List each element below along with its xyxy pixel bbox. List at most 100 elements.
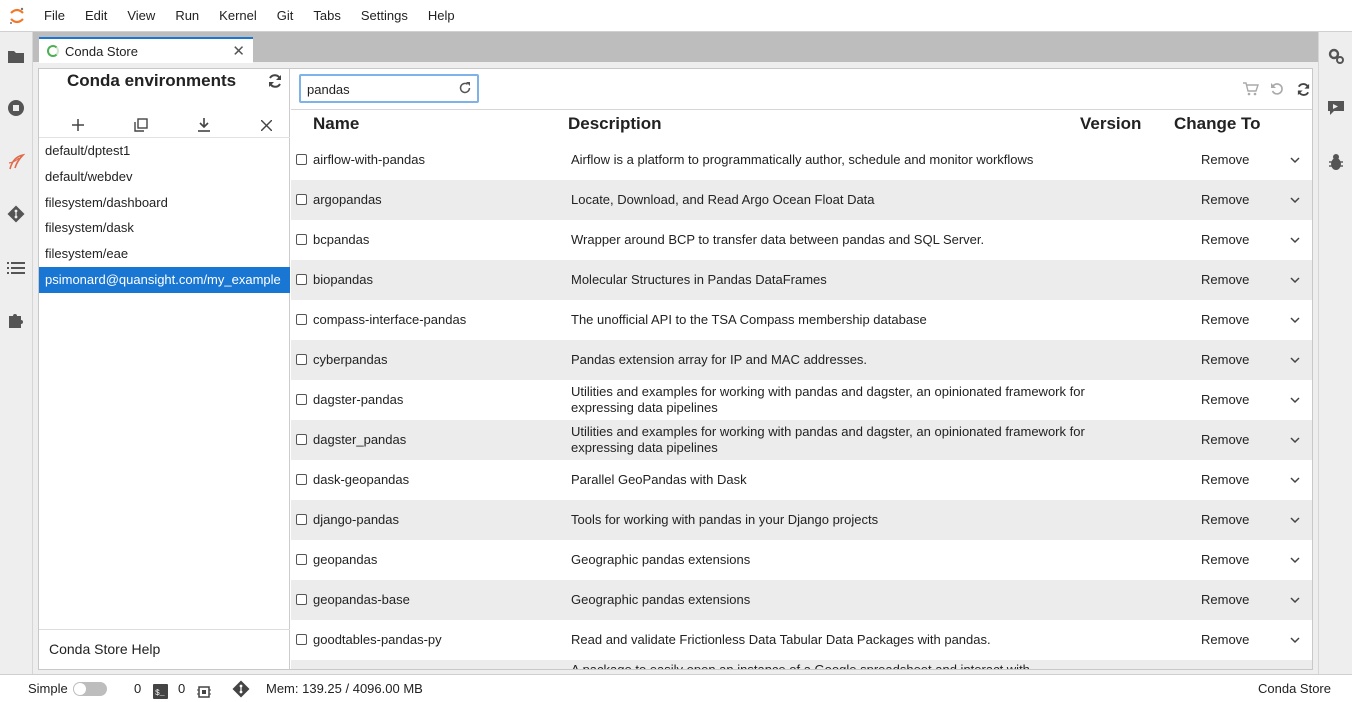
status-conda-store[interactable]: Conda Store xyxy=(1258,675,1331,702)
extension-puzzle-icon[interactable] xyxy=(6,310,26,330)
environment-item[interactable]: filesystem/dask xyxy=(39,215,290,241)
environment-item[interactable]: filesystem/eae xyxy=(39,241,290,267)
refresh-packages-icon[interactable] xyxy=(1293,80,1312,98)
change-to-select[interactable]: Remove xyxy=(1201,380,1249,420)
row-checkbox[interactable] xyxy=(296,194,307,205)
chevron-down-icon[interactable] xyxy=(1289,434,1301,446)
refresh-environments-icon[interactable] xyxy=(267,73,283,89)
search-refresh-icon[interactable] xyxy=(458,81,472,95)
chevron-down-icon[interactable] xyxy=(1289,554,1301,566)
delete-environment-close-icon[interactable] xyxy=(243,113,290,137)
terminals-count[interactable]: 0 xyxy=(134,675,141,702)
package-description: Utilities and examples for working with … xyxy=(571,424,1085,455)
row-checkbox[interactable] xyxy=(296,514,307,525)
package-search-input[interactable] xyxy=(307,80,452,98)
row-checkbox[interactable] xyxy=(296,154,307,165)
chevron-down-icon[interactable] xyxy=(1289,314,1301,326)
change-to-select[interactable]: Remove xyxy=(1201,460,1249,500)
debugger-bug-icon[interactable] xyxy=(1326,152,1346,172)
package-name: compass-interface-pandas xyxy=(313,312,467,327)
row-checkbox[interactable] xyxy=(296,234,307,245)
package-name: dagster_pandas xyxy=(313,432,407,447)
package-name: airflow-with-pandas xyxy=(313,152,425,167)
chevron-down-icon[interactable] xyxy=(1289,474,1301,486)
memory-usage: Mem: 139.25 / 4096.00 MB xyxy=(266,681,423,696)
conda-store-icon[interactable] xyxy=(6,152,26,172)
chevron-down-icon[interactable] xyxy=(1289,354,1301,366)
menu-file[interactable]: File xyxy=(34,0,75,32)
change-to-select[interactable]: Remove xyxy=(1201,140,1249,180)
menu-git[interactable]: Git xyxy=(267,0,304,32)
change-to-select[interactable]: Remove xyxy=(1201,180,1249,220)
package-name: dagster-pandas xyxy=(313,392,404,407)
simple-mode-label: Simple xyxy=(28,681,68,696)
undo-changes-icon[interactable] xyxy=(1267,80,1287,98)
change-to-select[interactable]: Remove xyxy=(1201,580,1249,620)
menu-settings[interactable]: Settings xyxy=(351,0,418,32)
change-to-select[interactable]: Remove xyxy=(1201,620,1249,660)
tab-conda-store[interactable]: Conda Store ✕ xyxy=(39,37,253,63)
menu-tabs[interactable]: Tabs xyxy=(303,0,350,32)
change-to-select[interactable]: Remove xyxy=(1201,300,1249,340)
menu-run[interactable]: Run xyxy=(165,0,209,32)
conda-store-help-link[interactable]: Conda Store Help xyxy=(39,629,290,669)
chevron-down-icon[interactable] xyxy=(1289,514,1301,526)
environment-item[interactable]: filesystem/dashboard xyxy=(39,190,290,216)
environments-panel: Conda environments default/dptest1 defaul… xyxy=(39,69,290,669)
git-icon[interactable] xyxy=(6,204,26,224)
change-to-select[interactable]: Remove xyxy=(1201,540,1249,580)
chat-icon[interactable] xyxy=(1326,98,1346,118)
simple-mode-toggle[interactable] xyxy=(73,682,107,696)
menu-edit[interactable]: Edit xyxy=(75,0,117,32)
git-status-icon[interactable] xyxy=(232,680,250,698)
package-description: Airflow is a platform to programmaticall… xyxy=(571,152,1034,167)
package-description: Utilities and examples for working with … xyxy=(571,384,1085,415)
change-to-select[interactable]: Remove xyxy=(1201,260,1249,300)
chevron-down-icon[interactable] xyxy=(1289,394,1301,406)
kernels-count[interactable]: 0 xyxy=(178,675,185,702)
environment-item[interactable]: psimonard@quansight.com/my_example xyxy=(39,266,290,293)
row-checkbox[interactable] xyxy=(296,394,307,405)
row-checkbox[interactable] xyxy=(296,634,307,645)
package-name: cyberpandas xyxy=(313,352,388,367)
package-name: geopandas xyxy=(313,552,378,567)
left-sidebar xyxy=(0,32,33,674)
table-row: bcpandas Wrapper around BCP to transfer d… xyxy=(291,220,1312,260)
search-box xyxy=(299,74,479,103)
apply-changes-cart-icon[interactable] xyxy=(1241,80,1261,98)
menu-view[interactable]: View xyxy=(117,0,165,32)
toc-list-icon[interactable] xyxy=(6,258,26,278)
chevron-down-icon[interactable] xyxy=(1289,274,1301,286)
table-row: geopandas-base Geographic pandas extensio… xyxy=(291,580,1312,620)
chevron-down-icon[interactable] xyxy=(1289,594,1301,606)
running-icon[interactable] xyxy=(6,98,26,118)
close-icon[interactable]: ✕ xyxy=(232,44,245,59)
chevron-down-icon[interactable] xyxy=(1289,234,1301,246)
row-checkbox[interactable] xyxy=(296,434,307,445)
folder-icon[interactable] xyxy=(6,46,26,66)
row-checkbox[interactable] xyxy=(296,554,307,565)
chevron-down-icon[interactable] xyxy=(1289,634,1301,646)
chevron-down-icon[interactable] xyxy=(1289,154,1301,166)
change-to-select[interactable]: Remove xyxy=(1201,420,1249,460)
environment-item[interactable]: default/dptest1 xyxy=(39,138,290,164)
clone-environment-copy-icon[interactable] xyxy=(118,113,165,137)
environment-item[interactable]: default/webdev xyxy=(39,164,290,190)
row-checkbox[interactable] xyxy=(296,594,307,605)
property-inspector-gears-icon[interactable] xyxy=(1326,46,1346,66)
menu-help[interactable]: Help xyxy=(418,0,465,32)
row-checkbox[interactable] xyxy=(296,274,307,285)
chevron-down-icon[interactable] xyxy=(1289,194,1301,206)
row-checkbox[interactable] xyxy=(296,354,307,365)
change-to-select[interactable]: Remove xyxy=(1201,220,1249,260)
menu-kernel[interactable]: Kernel xyxy=(209,0,267,32)
table-row: django-pandas Tools for working with pand… xyxy=(291,500,1312,540)
row-checkbox[interactable] xyxy=(296,314,307,325)
create-environment-plus-icon[interactable] xyxy=(55,113,102,137)
package-description: Tools for working with pandas in your Dj… xyxy=(571,512,879,527)
change-to-select[interactable]: Remove xyxy=(1201,500,1249,540)
row-checkbox[interactable] xyxy=(296,474,307,485)
change-to-select[interactable]: Remove xyxy=(1201,340,1249,380)
jupyter-logo-icon[interactable] xyxy=(0,0,34,32)
export-environment-download-icon[interactable] xyxy=(181,113,228,137)
